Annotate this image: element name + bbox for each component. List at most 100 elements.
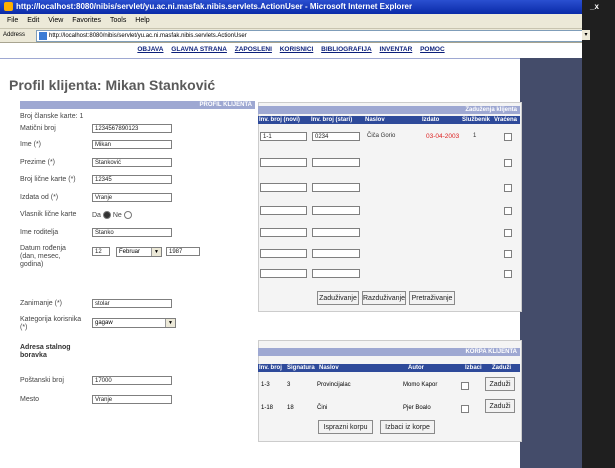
nav-pomoc[interactable]: POMOC [420,46,445,53]
loans-table: Inv. broj (novi) Inv. broj (stari) Naslo… [258,116,520,124]
zaduzi-button[interactable]: Zaduži [485,377,515,391]
col-autor: Autor [408,365,424,371]
owner-radio-group: Da Ne [92,211,132,219]
cart-remove-checkbox[interactable] [461,405,469,413]
nav-zaposleni[interactable]: ZAPOSLENI [235,46,272,53]
loan-returned-checkbox[interactable] [504,133,512,141]
id-card-label: Broj lične karte (*) [20,176,76,183]
cart-header-row: Inv. broj Signatura Naslov Autor Izbaci … [258,364,520,372]
nav-objava[interactable]: OBJAVA [137,46,163,53]
cart-title: Provincijalac [317,382,351,388]
loans-header-row: Inv. broj (novi) Inv. broj (stari) Naslo… [258,116,520,124]
col-izdato: Izdato [422,117,440,123]
loan-inv-novi-input[interactable] [260,249,307,258]
address-bar: Address http://localhost:8080/nibis/serv… [0,29,615,43]
menu-favorites[interactable]: Favorites [72,17,101,24]
address-section-label: Adresa stalnog boravka [20,344,71,359]
loan-inv-stari-input[interactable] [312,269,360,278]
col-izbaci: Izbaci [465,365,482,371]
side-panel [520,58,582,468]
cart-signatura: 18 [287,405,294,411]
surname-input[interactable]: Stanković [92,158,172,167]
menu-help[interactable]: Help [135,17,149,24]
address-input[interactable]: http://localhost:8080/nibis/servlet/yu.a… [36,30,595,42]
city-input[interactable]: Vranje [92,395,172,404]
loan-inv-stari-input[interactable] [312,249,360,258]
top-navigation: OBJAVA GLAVNA STRANA ZAPOSLENI KORISNICI… [0,42,582,58]
birth-year-input[interactable]: 1987 [166,247,200,256]
loan-inv-novi-input[interactable] [260,183,307,192]
parent-input[interactable]: Stanko [92,228,172,237]
jmbg-label: Matični broj [20,125,56,132]
profile-header: PROFIL KLIJENTA [20,101,255,109]
loan-returned-checkbox[interactable] [504,229,512,237]
city-label: Mesto [20,396,40,403]
birth-label: Datum rođenja (dan, mesec, godina) [20,245,66,268]
loan-title: Čiča Gorio [367,133,396,139]
name-label: Ime (*) [20,141,41,148]
parent-label: Ime roditelja [20,229,59,236]
cart-title: Čini [317,405,328,411]
address-label: Address [3,32,26,38]
loan-inv-stari-input[interactable] [312,158,360,167]
cart-author: Pjer Boalo [403,405,431,411]
col-signatura: Signatura [287,365,315,371]
nav-bibliografija[interactable]: BIBLIOGRAFIJA [321,46,372,53]
loan-returned-checkbox[interactable] [504,270,512,278]
menu-edit[interactable]: Edit [27,17,39,24]
zaduzivanje-button[interactable]: Zaduživanje [317,291,359,305]
chevron-down-icon: ▼ [151,248,161,256]
category-value: gagaw [95,320,113,326]
loan-inv-stari-input[interactable] [312,228,360,237]
category-select[interactable]: gagaw ▼ [92,318,176,328]
birth-month-select[interactable]: Februar ▼ [116,247,162,257]
surname-label: Prezime (*) [20,159,56,166]
loan-returned-checkbox[interactable] [504,159,512,167]
postal-input[interactable]: 17000 [92,376,172,385]
menu-bar: File Edit View Favorites Tools Help [0,14,615,29]
nav-glavna-strana[interactable]: GLAVNA STRANA [171,46,227,53]
loan-inv-stari-input[interactable] [312,206,360,215]
loan-inv-novi-input[interactable] [260,269,307,278]
job-input[interactable]: stolar [92,299,172,308]
loan-returned-checkbox[interactable] [504,184,512,192]
zaduzi-button[interactable]: Zaduži [485,399,515,413]
postal-label: Poštanski broj [20,377,64,384]
issued-label: Izdata od (*) [20,194,59,201]
birth-month-value: Februar [119,249,141,255]
address-dropdown-icon[interactable]: ▾ [582,30,590,40]
loan-returned-checkbox[interactable] [504,250,512,258]
loan-inv-novi-input[interactable] [260,228,307,237]
menu-file[interactable]: File [7,17,18,24]
cart-inv: 1-18 [261,405,274,411]
owner-no-radio[interactable] [123,211,132,219]
loan-inv-stari-input[interactable] [312,183,360,192]
jmbg-input[interactable]: 1234567890123 [92,124,172,133]
category-label: Kategorija korisnika (*) [20,316,82,331]
loan-inv-stari-input[interactable]: 0234 [312,132,360,141]
izbaci-iz-korpe-button[interactable]: Izbaci iz korpe [380,420,435,434]
cart-table: Inv. broj Signatura Naslov Autor Izbaci … [258,364,520,372]
nav-divider [0,58,520,59]
cart-remove-checkbox[interactable] [461,382,469,390]
name-input[interactable]: Mikan [92,140,172,149]
nav-korisnici[interactable]: KORISNICI [280,46,314,53]
menu-tools[interactable]: Tools [110,17,126,24]
loan-inv-novi-input[interactable]: 1-1 [260,132,307,141]
col-sluzbenik: Službenik [462,117,491,123]
id-card-input[interactable]: 12345 [92,175,172,184]
owner-yes-radio[interactable] [102,211,111,219]
isprazni-korpu-button[interactable]: Isprazni korpu [318,420,373,434]
birth-day-input[interactable]: 12 [92,247,110,256]
menu-view[interactable]: View [48,17,63,24]
loan-returned-checkbox[interactable] [504,207,512,215]
ie-icon [4,2,13,12]
issued-input[interactable]: Vranje [92,193,172,202]
razduzivanje-button[interactable]: Razduživanje [362,291,406,305]
nav-inventar[interactable]: INVENTAR [380,46,413,53]
loan-inv-novi-input[interactable] [260,206,307,215]
close-icon[interactable]: _x [590,2,599,11]
window-title-bar: http://localhost:8080/nibis/servlet/yu.a… [0,0,615,14]
pretrazivanje-button[interactable]: Pretraživanje [409,291,455,305]
loan-inv-novi-input[interactable] [260,158,307,167]
